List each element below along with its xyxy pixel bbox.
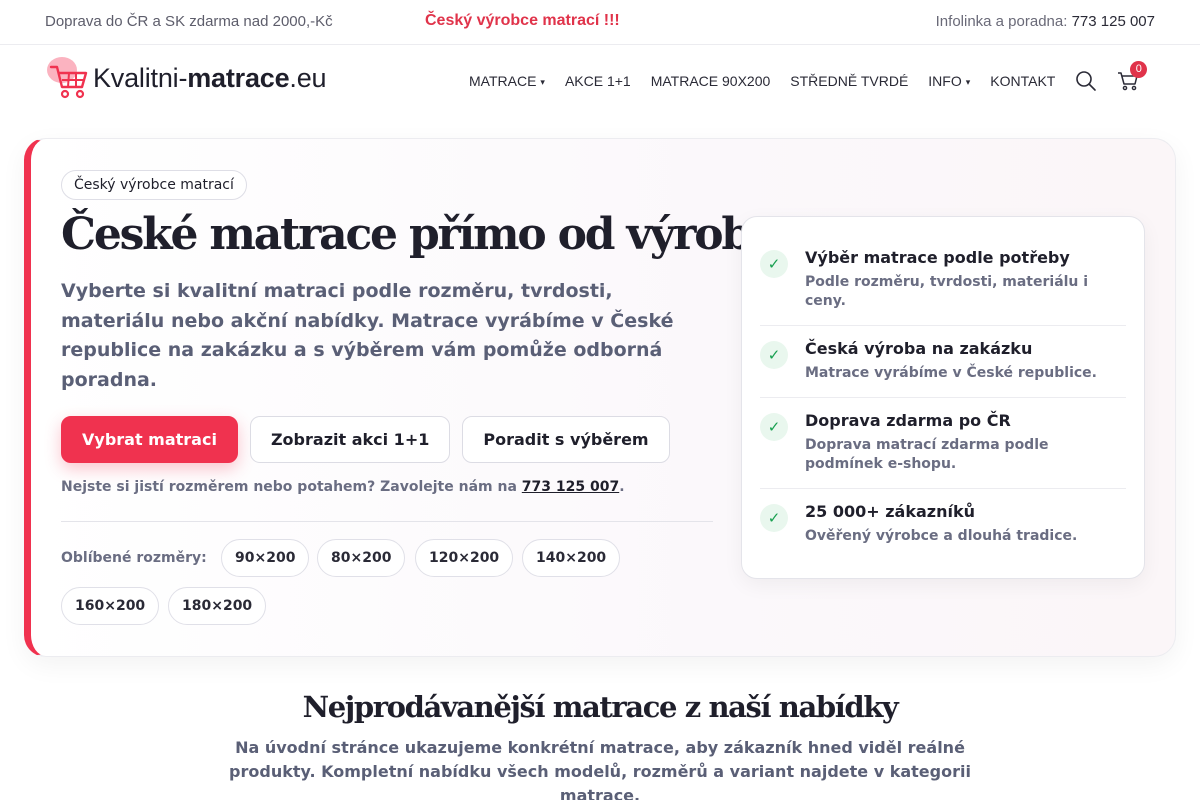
main-nav: MATRACE ▾ AKCE 1+1 MATRACE 90X200 STŘEDNĚ…	[469, 61, 1148, 92]
size-chip[interactable]: 140×200	[522, 539, 621, 577]
hotline: Infolinka a poradna: 773 125 007	[936, 13, 1155, 30]
nav-item-kontakt[interactable]: KONTAKT	[990, 73, 1055, 89]
promo-notice: Český výrobce matrací !!!	[425, 12, 620, 29]
feature-desc: Doprava matrací zdarma podle podmínek e-…	[805, 437, 1049, 472]
sizes-label: Oblíbené rozměry:	[61, 550, 207, 566]
size-chip[interactable]: 180×200	[168, 587, 267, 625]
size-chip[interactable]: 90×200	[221, 539, 310, 577]
feature-desc: Ověřený výrobce a dlouhá tradice.	[805, 528, 1078, 544]
check-icon: ✓	[760, 341, 788, 369]
nav-item-matrace[interactable]: MATRACE ▾	[469, 73, 545, 89]
size-chip[interactable]: 120×200	[415, 539, 514, 577]
search-icon[interactable]	[1075, 70, 1097, 92]
hero-section: Český výrobce matrací České matrace přím…	[24, 138, 1176, 657]
help-phone-link[interactable]: 773 125 007	[522, 479, 619, 495]
check-icon: ✓	[760, 413, 788, 441]
feature-desc: Podle rozměru, tvrdosti, materiálu i cen…	[805, 274, 1089, 309]
check-icon: ✓	[760, 504, 788, 532]
check-icon: ✓	[760, 250, 788, 278]
shopping-cart-icon	[45, 55, 91, 101]
hotline-phone-link[interactable]: 773 125 007	[1072, 13, 1155, 30]
chevron-down-icon: ▾	[965, 77, 971, 87]
feature-desc: Matrace vyrábíme v České republice.	[805, 365, 1097, 381]
separator	[760, 488, 1126, 489]
feature-title: Doprava zdarma po ČR	[805, 411, 1011, 430]
size-chip[interactable]: 160×200	[61, 587, 160, 625]
shipping-notice: Doprava do ČR a SK zdarma nad 2000,-Kč	[45, 13, 333, 30]
size-chip[interactable]: 80×200	[317, 539, 406, 577]
feature-title: Výběr matrace podle potřeby	[805, 248, 1070, 267]
show-offer-button[interactable]: Zobrazit akci 1+1	[249, 416, 451, 463]
features-card: ✓ Výběr matrace podle potřeby Podle rozm…	[741, 216, 1145, 579]
logo-text: Kvalitni-matrace.eu	[93, 62, 327, 93]
divider	[61, 521, 713, 522]
nav-item-akce[interactable]: AKCE 1+1	[565, 73, 631, 89]
section-title: Nejprodávanější matrace z naší nabídky	[302, 690, 899, 724]
help-text: Nejste si jistí rozměrem nebo potahem? Z…	[61, 479, 625, 495]
chevron-down-icon: ▾	[540, 77, 545, 87]
cart-button[interactable]: 0	[1117, 61, 1148, 92]
site-logo[interactable]: Kvalitni-matrace.eu	[45, 53, 327, 103]
feature-title: Česká výroba na zakázku	[805, 339, 1033, 358]
feature-title: 25 000+ zákazníků	[805, 502, 975, 521]
nav-item-stredne-tvrde[interactable]: STŘEDNĚ TVRDÉ	[790, 73, 908, 89]
hero-title: České matrace přímo od výrobce	[61, 209, 803, 260]
separator	[760, 397, 1126, 398]
advice-button[interactable]: Poradit s výběrem	[462, 416, 670, 463]
nav-item-matrace-90x200[interactable]: MATRACE 90X200	[651, 73, 771, 89]
cart-count-badge: 0	[1130, 61, 1148, 78]
nav-item-info[interactable]: INFO ▾	[928, 73, 970, 89]
site-header: Kvalitni-matrace.eu MATRACE ▾ AKCE 1+1 MA…	[0, 45, 1200, 111]
section-text: Na úvodní stránce ukazujeme konkrétní ma…	[229, 738, 971, 800]
hero-lead: Vyberte si kvalitní matraci podle rozměr…	[61, 280, 674, 391]
hero-badge: Český výrobce matrací	[61, 170, 247, 200]
hero-buttons: Vybrat matraci Zobrazit akci 1+1 Poradit…	[61, 416, 682, 463]
hotline-label: Infolinka a poradna:	[935, 13, 1068, 30]
separator	[760, 325, 1126, 326]
choose-mattress-button[interactable]: Vybrat matraci	[61, 416, 238, 463]
top-bar: Doprava do ČR a SK zdarma nad 2000,-Kč Č…	[0, 0, 1200, 45]
